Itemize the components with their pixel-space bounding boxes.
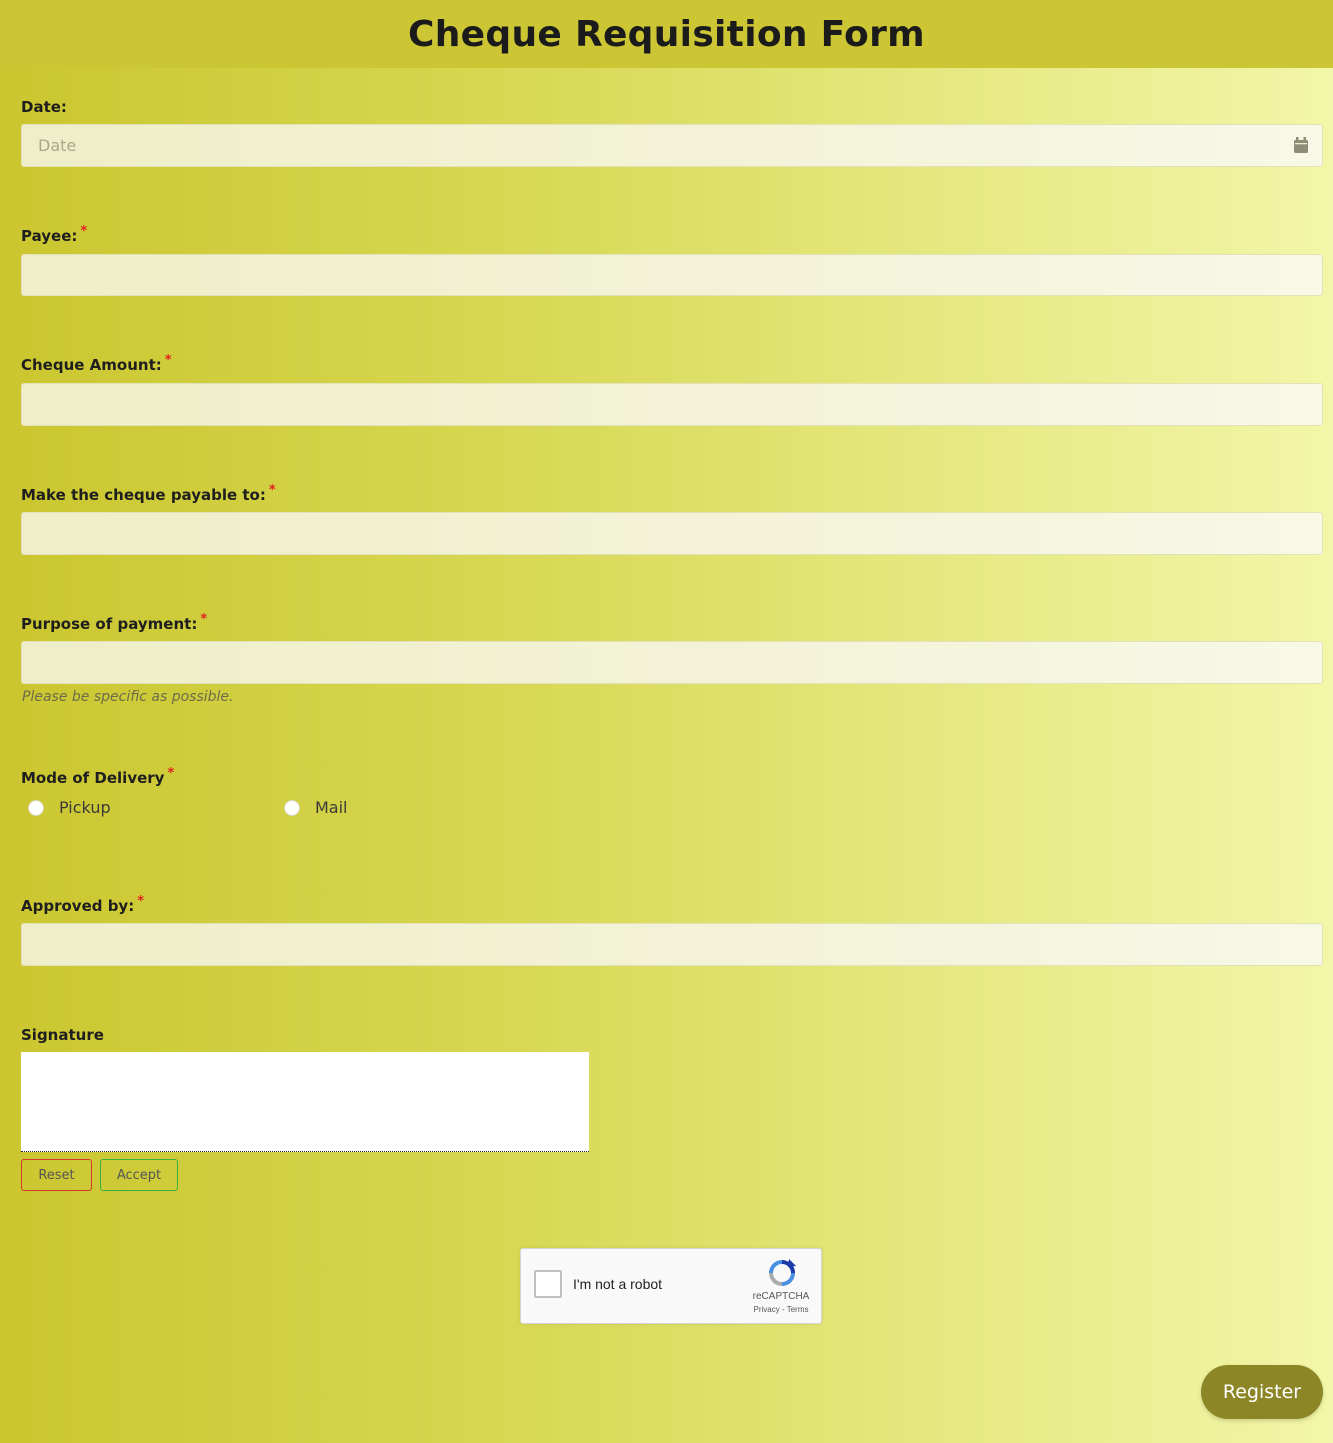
payee-label: Payee: * xyxy=(21,224,88,245)
signature-accept-button[interactable]: Accept xyxy=(100,1159,178,1191)
recaptcha-logo-icon xyxy=(769,1259,796,1286)
recaptcha-checkbox[interactable] xyxy=(534,1270,562,1298)
required-marker: * xyxy=(137,894,145,909)
recaptcha-label: I'm not a robot xyxy=(573,1276,663,1292)
purpose-label: Purpose of payment: * xyxy=(21,612,208,633)
payable-to-label: Make the cheque payable to: * xyxy=(21,483,276,504)
date-label: Date: xyxy=(21,98,67,116)
radio-option-mail[interactable]: Mail xyxy=(284,798,348,817)
required-marker: * xyxy=(167,766,175,781)
page-title: Cheque Requisition Form xyxy=(408,13,925,55)
recaptcha-links[interactable]: Privacy - Terms xyxy=(746,1305,816,1314)
required-marker: * xyxy=(80,224,88,239)
approved-by-label: Approved by: * xyxy=(21,894,145,915)
radio-option-pickup[interactable]: Pickup xyxy=(28,798,111,817)
purpose-help-text: Please be specific as possible. xyxy=(22,689,234,705)
pickup-label[interactable]: Pickup xyxy=(59,798,111,817)
date-input[interactable]: Date xyxy=(21,124,1323,167)
required-marker: * xyxy=(268,483,276,498)
payable-to-input[interactable] xyxy=(21,512,1323,555)
payee-input[interactable] xyxy=(21,254,1323,296)
signature-pad[interactable] xyxy=(21,1052,589,1152)
date-placeholder: Date xyxy=(38,136,77,155)
cheque-amount-input[interactable] xyxy=(21,383,1323,426)
delivery-label: Mode of Delivery * xyxy=(21,766,175,787)
required-marker: * xyxy=(164,353,172,368)
recaptcha-brand: reCAPTCHA xyxy=(752,1291,810,1302)
recaptcha-widget: I'm not a robot reCAPTCHA Privacy - Term… xyxy=(520,1248,822,1324)
register-button[interactable]: Register xyxy=(1201,1365,1323,1419)
calendar-icon[interactable] xyxy=(1294,137,1308,153)
required-marker: * xyxy=(200,612,208,627)
cheque-amount-label: Cheque Amount: * xyxy=(21,353,172,374)
form-header: Cheque Requisition Form xyxy=(0,0,1333,68)
approved-by-input[interactable] xyxy=(21,923,1323,966)
signature-label: Signature xyxy=(21,1026,104,1044)
mail-label[interactable]: Mail xyxy=(315,798,348,817)
purpose-input[interactable] xyxy=(21,641,1323,684)
mail-radio[interactable] xyxy=(284,799,300,816)
pickup-radio[interactable] xyxy=(28,799,44,816)
signature-reset-button[interactable]: Reset xyxy=(21,1159,92,1191)
